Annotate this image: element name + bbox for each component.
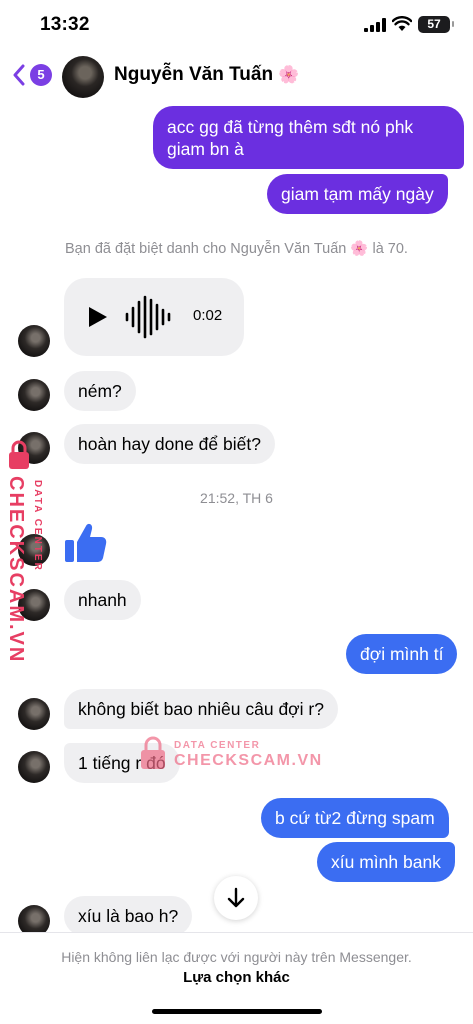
battery-indicator: 57 xyxy=(418,16,454,33)
arrow-down-icon xyxy=(227,887,245,908)
message-text: acc gg đã từng thêm sđt nó phk xyxy=(167,117,414,137)
incoming-message[interactable]: nhanh xyxy=(64,580,141,620)
back-chevron-icon xyxy=(13,64,25,86)
incoming-message[interactable]: hoàn hay done để biết? xyxy=(64,424,275,464)
message-text: ném? xyxy=(78,381,122,401)
message-text: giam tạm mấy ngày xyxy=(281,184,434,204)
other-options-link[interactable]: Lựa chọn khác xyxy=(0,969,473,986)
outgoing-message[interactable]: xíu mình bank xyxy=(317,842,455,882)
sender-avatar[interactable] xyxy=(18,751,50,783)
sender-avatar[interactable] xyxy=(18,534,50,566)
message-text: b cứ từ2 đừng spam xyxy=(275,808,435,828)
play-icon[interactable] xyxy=(86,306,108,328)
message-text: nhanh xyxy=(78,590,127,610)
message-text: xíu mình bank xyxy=(331,852,441,872)
sender-avatar[interactable] xyxy=(18,432,50,464)
outgoing-message[interactable]: đợi mình tí xyxy=(346,634,458,674)
contact-name[interactable]: Nguyễn Văn Tuấn 🌸 xyxy=(114,64,300,86)
sender-avatar[interactable] xyxy=(18,379,50,411)
conversation-header: 5 Nguyễn Văn Tuấn 🌸 xyxy=(0,50,473,102)
back-button[interactable]: 5 xyxy=(12,62,52,88)
sender-avatar[interactable] xyxy=(18,325,50,357)
message-text: 1 tiếng r đó xyxy=(78,753,166,773)
thumbs-up-icon[interactable] xyxy=(62,520,108,566)
outgoing-message[interactable]: acc gg đã từng thêm sđt nó phk giam bn à xyxy=(153,106,464,169)
incoming-message[interactable]: không biết bao nhiêu câu đợi r? xyxy=(64,689,338,729)
incoming-message[interactable]: 1 tiếng r đó xyxy=(64,743,180,783)
message-text: không biết bao nhiêu câu đợi r? xyxy=(78,699,324,719)
nickname-system-note: Bạn đã đặt biệt danh cho Nguyễn Văn Tuấn… xyxy=(65,241,408,257)
cellular-signal-icon xyxy=(364,18,386,32)
incoming-message[interactable]: xíu là bao h? xyxy=(64,896,193,936)
voice-duration: 0:02 xyxy=(193,307,223,324)
wifi-icon xyxy=(392,16,412,31)
incoming-message[interactable]: ném? xyxy=(64,371,136,411)
status-bar: 13:32 57 xyxy=(0,0,473,50)
watermark-brand: CHECKSCAM.VN xyxy=(174,752,323,769)
status-time: 13:32 xyxy=(40,14,90,35)
message-text: xíu là bao h? xyxy=(78,906,179,926)
contact-emoji: 🌸 xyxy=(278,65,300,84)
outgoing-message[interactable]: giam tạm mấy ngày xyxy=(267,174,448,214)
message-text: đợi mình tí xyxy=(360,644,444,664)
watermark-tag: DATA CENTER xyxy=(174,740,261,751)
scroll-to-bottom-button[interactable] xyxy=(214,876,258,920)
contact-avatar[interactable] xyxy=(62,56,104,98)
sender-avatar[interactable] xyxy=(18,589,50,621)
unavailable-notice: Hiện không liên lạc được với người này t… xyxy=(61,949,412,965)
voice-message[interactable]: 0:02 xyxy=(64,278,244,356)
contact-name-text: Nguyễn Văn Tuấn xyxy=(114,64,274,85)
sender-avatar[interactable] xyxy=(18,698,50,730)
message-text: giam bn à xyxy=(167,139,244,159)
outgoing-message[interactable]: b cứ từ2 đừng spam xyxy=(261,798,449,838)
waveform-icon xyxy=(125,295,171,339)
timestamp-divider: 21:52, TH 6 xyxy=(200,490,273,506)
unread-count-badge: 5 xyxy=(30,64,52,86)
message-text: hoàn hay done để biết? xyxy=(78,434,261,454)
home-indicator[interactable] xyxy=(152,1009,322,1014)
